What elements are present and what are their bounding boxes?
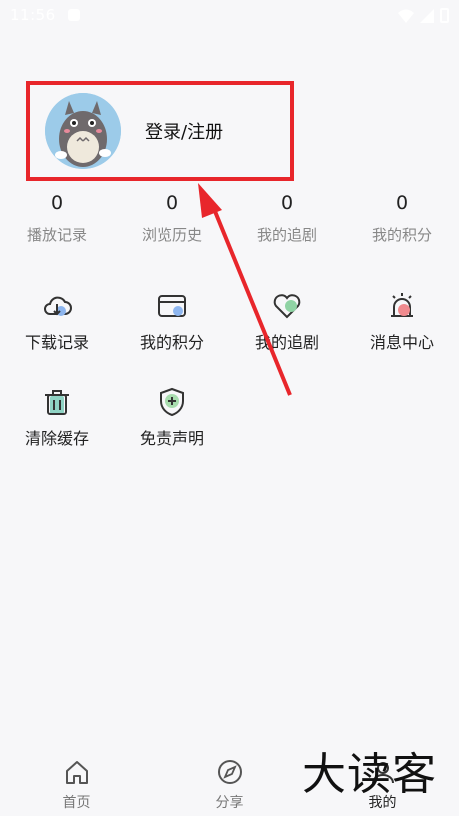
battery-icon [440, 8, 449, 23]
stats-row: 0 播放记录 0 浏览历史 0 我的追剧 0 我的积分 [0, 190, 459, 250]
stat-following-shows[interactable]: 0 我的追剧 [230, 190, 344, 245]
stat-label: 浏览历史 [141, 226, 202, 244]
profile-login-card[interactable]: 登录/注册 [26, 81, 294, 181]
grid-label: 消息中心 [369, 333, 434, 352]
heart-icon [273, 294, 301, 319]
totoro-avatar-icon [45, 93, 121, 169]
stat-points[interactable]: 0 我的积分 [345, 190, 459, 245]
grid-label: 免责声明 [139, 429, 204, 448]
grid-label: 下载记录 [24, 333, 89, 352]
trash-icon [45, 390, 69, 415]
stat-play-history[interactable]: 0 播放记录 [0, 190, 114, 245]
grid-label: 清除缓存 [24, 429, 89, 448]
stat-count: 0 [280, 192, 294, 214]
stat-label: 我的积分 [371, 226, 432, 244]
grid-label: 我的追剧 [254, 333, 319, 352]
stat-count: 0 [50, 192, 64, 214]
notification-icon [68, 9, 80, 21]
status-bar: 11:56 [0, 0, 459, 32]
home-icon [65, 761, 88, 784]
grid-item-download-records[interactable]: 下载记录 [0, 290, 114, 353]
stat-count: 0 [395, 192, 409, 214]
grid-label: 我的积分 [139, 333, 204, 352]
alarm-icon [391, 293, 413, 317]
stat-browse-history[interactable]: 0 浏览历史 [115, 190, 229, 245]
grid-item-message-center[interactable]: 消息中心 [345, 290, 459, 353]
signal-icon [420, 8, 434, 23]
avatar[interactable] [45, 93, 121, 169]
nav-label: 首页 [62, 795, 91, 811]
stat-label: 播放记录 [26, 226, 87, 244]
watermark: 大读客 [302, 749, 437, 800]
login-register-link[interactable]: 登录/注册 [145, 118, 223, 144]
grid-item-clear-cache[interactable]: 清除缓存 [0, 386, 114, 449]
compass-icon [217, 760, 242, 784]
card-icon [158, 295, 186, 317]
cloud-download-icon [44, 296, 72, 316]
nav-item-share[interactable]: 分享 [153, 758, 306, 812]
status-time: 11:56 [10, 6, 56, 24]
wifi-icon [398, 9, 414, 23]
grid-item-my-points[interactable]: 我的积分 [115, 290, 229, 353]
stat-count: 0 [165, 192, 179, 214]
nav-label: 分享 [215, 795, 244, 811]
grid-item-disclaimer[interactable]: 免责声明 [115, 386, 229, 449]
grid-item-my-shows[interactable]: 我的追剧 [230, 290, 344, 353]
nav-item-home[interactable]: 首页 [0, 758, 153, 812]
status-indicators [398, 8, 449, 23]
shield-icon [160, 387, 184, 417]
stat-label: 我的追剧 [256, 226, 317, 244]
